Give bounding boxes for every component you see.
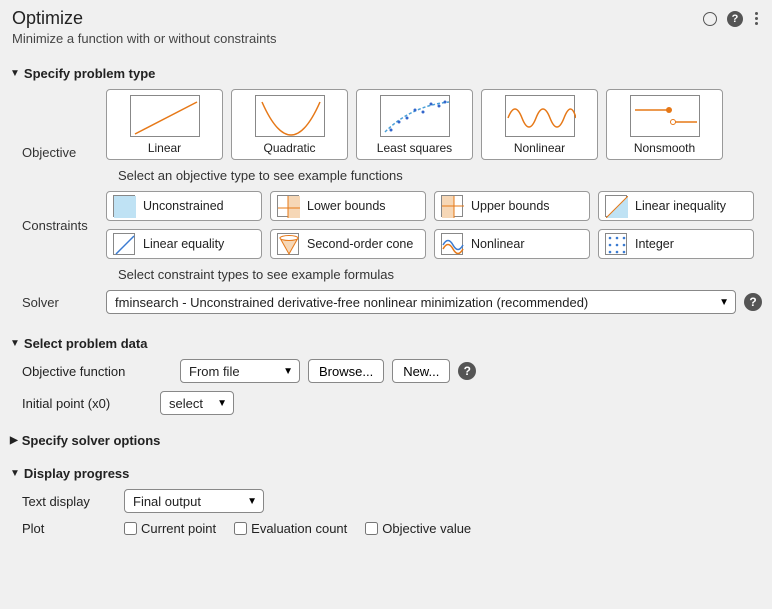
objective-tile-quadratic[interactable]: Quadratic xyxy=(231,89,348,160)
text-display-select[interactable]: Final output xyxy=(124,489,264,513)
tile-label: Nonsmooth xyxy=(634,141,695,155)
check-label: Evaluation count xyxy=(251,521,347,536)
section-heading: Specify problem type xyxy=(24,66,155,81)
status-circle-icon[interactable] xyxy=(703,12,717,26)
chevron-right-icon xyxy=(10,435,18,446)
constraint-tile-cone[interactable]: Second-order cone xyxy=(270,229,426,259)
page-title: Optimize xyxy=(12,8,276,29)
checkbox[interactable] xyxy=(124,522,137,535)
constraint-tile-upperbounds[interactable]: Upper bounds xyxy=(434,191,590,221)
constraints-label: Constraints xyxy=(10,218,106,233)
tile-label: Nonlinear xyxy=(471,237,525,251)
section-select-problem-data-header[interactable]: Select problem data xyxy=(10,336,762,351)
initial-point-label: Initial point (x0) xyxy=(22,396,152,411)
tile-label: Linear inequality xyxy=(635,199,726,213)
select-value: Final output xyxy=(133,494,201,509)
objective-tile-nonsmooth[interactable]: Nonsmooth xyxy=(606,89,723,160)
constraint-tile-lineareq[interactable]: Linear equality xyxy=(106,229,262,259)
help-icon[interactable]: ? xyxy=(727,11,743,27)
tile-label: Second-order cone xyxy=(307,237,413,251)
objective-tile-leastsquares[interactable]: Least squares xyxy=(356,89,473,160)
tile-label: Linear equality xyxy=(143,237,224,251)
constraint-tile-lowerbounds[interactable]: Lower bounds xyxy=(270,191,426,221)
select-value: select xyxy=(169,396,203,411)
tile-label: Lower bounds xyxy=(307,199,386,213)
objective-function-label: Objective function xyxy=(22,364,172,379)
section-solver-options-header[interactable]: Specify solver options xyxy=(10,433,762,448)
solver-value: fminsearch - Unconstrained derivative-fr… xyxy=(115,295,588,310)
constraints-hint: Select constraint types to see example f… xyxy=(118,267,762,282)
objective-function-select[interactable]: From file xyxy=(180,359,300,383)
checkbox[interactable] xyxy=(234,522,247,535)
plot-check-objvalue[interactable]: Objective value xyxy=(365,521,471,536)
tile-label: Unconstrained xyxy=(143,199,224,213)
section-specify-problem-type-header[interactable]: Specify problem type xyxy=(10,66,762,81)
objective-label: Objective xyxy=(10,145,106,160)
tile-label: Linear xyxy=(148,141,181,155)
section-heading: Select problem data xyxy=(24,336,148,351)
section-heading: Specify solver options xyxy=(22,433,161,448)
chevron-down-icon xyxy=(10,468,20,479)
plot-label: Plot xyxy=(22,521,116,536)
objective-tile-nonlinear[interactable]: Nonlinear xyxy=(481,89,598,160)
constraint-tile-integer[interactable]: Integer xyxy=(598,229,754,259)
objfunc-help-icon[interactable]: ? xyxy=(458,362,476,380)
page-subtitle: Minimize a function with or without cons… xyxy=(12,31,276,46)
plot-check-evalcount[interactable]: Evaluation count xyxy=(234,521,347,536)
tile-label: Integer xyxy=(635,237,674,251)
section-heading: Display progress xyxy=(24,466,130,481)
tile-label: Least squares xyxy=(377,141,452,155)
tile-label: Upper bounds xyxy=(471,199,550,213)
solver-help-icon[interactable]: ? xyxy=(744,293,762,311)
initial-point-select[interactable]: select xyxy=(160,391,234,415)
section-display-progress-header[interactable]: Display progress xyxy=(10,466,762,481)
objective-hint: Select an objective type to see example … xyxy=(118,168,762,183)
check-label: Current point xyxy=(141,521,216,536)
select-value: From file xyxy=(189,364,240,379)
solver-label: Solver xyxy=(10,295,106,310)
constraint-tile-unconstrained[interactable]: Unconstrained xyxy=(106,191,262,221)
text-display-label: Text display xyxy=(22,494,116,509)
browse-button[interactable]: Browse... xyxy=(308,359,384,383)
chevron-down-icon xyxy=(10,338,20,349)
objective-tile-linear[interactable]: Linear xyxy=(106,89,223,160)
constraint-tile-nonlinear[interactable]: Nonlinear xyxy=(434,229,590,259)
constraint-tile-linearineq[interactable]: Linear inequality xyxy=(598,191,754,221)
check-label: Objective value xyxy=(382,521,471,536)
plot-check-currentpoint[interactable]: Current point xyxy=(124,521,216,536)
checkbox[interactable] xyxy=(365,522,378,535)
chevron-down-icon xyxy=(10,68,20,79)
tile-label: Nonlinear xyxy=(514,141,565,155)
more-menu-icon[interactable] xyxy=(753,10,760,27)
tile-label: Quadratic xyxy=(263,141,315,155)
header: Optimize Minimize a function with or wit… xyxy=(0,0,772,56)
new-button[interactable]: New... xyxy=(392,359,450,383)
solver-select[interactable]: fminsearch - Unconstrained derivative-fr… xyxy=(106,290,736,314)
